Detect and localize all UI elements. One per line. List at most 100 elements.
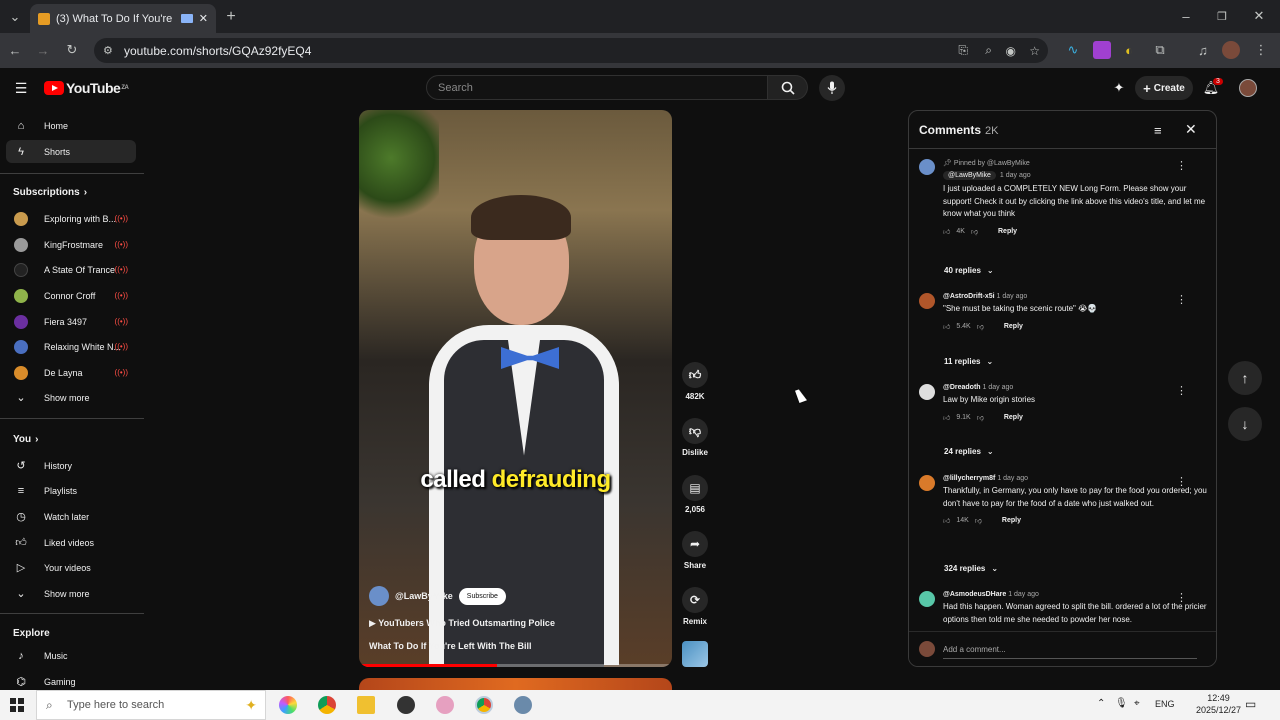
dislike-button[interactable]: 👎︎ Dislike — [681, 418, 709, 457]
view-replies-button[interactable]: 324 replies ⌄ — [944, 564, 998, 573]
browser-tab[interactable]: (3) What To Do If You're Lef ✕ — [30, 4, 216, 33]
commenter-avatar[interactable] — [919, 159, 935, 175]
comment-time[interactable]: 1 day ago — [1008, 591, 1039, 598]
next-short-button[interactable]: ↓ — [1228, 407, 1262, 441]
close-icon[interactable]: ✕ — [1185, 121, 1197, 138]
sort-icon[interactable]: ≡ — [1154, 123, 1162, 138]
comment-time[interactable]: 1 day ago — [997, 293, 1028, 300]
account-avatar[interactable] — [1239, 79, 1257, 97]
comment-author[interactable]: @AstroDrift-x5i — [943, 293, 995, 300]
comment-author[interactable]: @AsmodeusDHare — [943, 591, 1006, 598]
media-control-icon[interactable]: ♫ — [1194, 41, 1212, 59]
profile-avatar[interactable] — [1222, 41, 1240, 59]
site-info-icon[interactable]: ⚙ — [103, 44, 113, 57]
address-bar[interactable]: ⚙ youtube.com/shorts/GQAz92fyEQ4 ⎘ ⌕ ◉ ☆ — [94, 38, 1048, 63]
youtube-logo[interactable]: YouTube ZA — [44, 80, 129, 96]
subscriptions-show-more[interactable]: ⌄ Show more — [6, 386, 136, 409]
create-button[interactable]: + Create — [1135, 76, 1193, 100]
sidebar-sub-item[interactable]: Exploring with B... ((•)) — [6, 207, 136, 230]
sidebar-item-your-videos[interactable]: ▷ Your videos — [6, 556, 136, 579]
comment-time[interactable]: 1 day ago — [1000, 172, 1031, 179]
reply-button[interactable]: Reply — [998, 228, 1017, 235]
sidebar-sub-item[interactable]: Connor Croff ((•)) — [6, 284, 136, 307]
comments-button[interactable]: ▤ 2,056 — [681, 475, 709, 514]
remix-button[interactable]: ⟳ Remix — [681, 587, 709, 626]
reply-button[interactable]: Reply — [1004, 323, 1023, 330]
video-progress-bar[interactable] — [359, 664, 672, 667]
more-options-icon[interactable]: ⋮ — [1176, 384, 1187, 397]
video-title[interactable]: What To Do If You're Left With The Bill — [369, 641, 532, 651]
commenter-avatar[interactable] — [919, 384, 935, 400]
subscriptions-heading[interactable]: Subscriptions › — [13, 187, 87, 198]
extensions-puzzle-icon[interactable]: ⧉ — [1151, 41, 1169, 59]
sidebar-item-music[interactable]: ♪ Music — [6, 644, 136, 667]
minimize-icon[interactable]: – — [1177, 7, 1195, 25]
you-heading[interactable]: You › — [13, 434, 39, 445]
sidebar-item-home[interactable]: ⌂ Home — [6, 114, 136, 137]
sound-thumbnail[interactable] — [682, 641, 708, 667]
app-icon[interactable] — [514, 696, 532, 714]
thumbs-down-icon[interactable]: 👎︎ — [971, 227, 978, 236]
language-indicator[interactable]: ENG — [1155, 699, 1175, 709]
more-options-icon[interactable]: ⋮ — [1176, 159, 1187, 172]
forward-icon[interactable]: → — [34, 41, 52, 59]
comment-author[interactable]: @LawByMike — [943, 171, 996, 180]
copilot-icon[interactable] — [279, 696, 297, 714]
search-input[interactable]: Search — [426, 75, 768, 100]
view-replies-button[interactable]: 40 replies ⌄ — [944, 266, 994, 275]
voice-search-button[interactable] — [819, 75, 845, 101]
install-app-icon[interactable]: ⎘ — [958, 43, 968, 58]
close-tab-icon[interactable]: ✕ — [199, 12, 208, 25]
sidebar-sub-item[interactable]: Relaxing White N... ((•)) — [6, 335, 136, 358]
snipping-tool-icon[interactable] — [436, 696, 454, 714]
hamburger-menu-icon[interactable]: ☰ — [12, 79, 30, 97]
zoom-icon[interactable]: ⌕ — [985, 43, 992, 58]
chrome-active-icon[interactable] — [475, 696, 493, 714]
sidebar-item-watch-later[interactable]: ◷ Watch later — [6, 505, 136, 528]
thumbs-up-icon[interactable]: 👍︎ — [943, 322, 950, 331]
tracking-eye-icon[interactable]: ◉ — [1006, 44, 1016, 58]
more-options-icon[interactable]: ⋮ — [1176, 475, 1187, 488]
sidebar-item-shorts[interactable]: ϟ Shorts — [6, 140, 136, 163]
tab-search-icon[interactable]: ⌄ — [6, 8, 24, 26]
previous-short-button[interactable]: ↑ — [1228, 361, 1262, 395]
comment-time[interactable]: 1 day ago — [983, 384, 1014, 391]
thumbs-down-icon[interactable]: 👎︎ — [977, 322, 984, 331]
windows-start-icon[interactable] — [10, 698, 24, 712]
thumbs-down-icon[interactable]: 👎︎ — [977, 413, 984, 422]
commenter-avatar[interactable] — [919, 475, 935, 491]
subscribe-button[interactable]: Subscribe — [458, 587, 506, 605]
you-show-more[interactable]: ⌄ Show more — [6, 582, 136, 605]
file-explorer-icon[interactable] — [357, 696, 375, 714]
more-options-icon[interactable]: ⋮ — [1176, 293, 1187, 306]
sidebar-sub-item[interactable]: A State Of Trance ((•)) — [6, 258, 136, 281]
new-tab-icon[interactable]: + — [222, 8, 240, 26]
comment-author[interactable]: @lillycherrym8f — [943, 475, 995, 482]
commenter-avatar[interactable] — [919, 591, 935, 607]
restore-icon[interactable]: ❐ — [1213, 7, 1231, 25]
channel-avatar[interactable] — [369, 586, 389, 606]
comment-author[interactable]: @Dreadoth — [943, 384, 981, 391]
taskbar-clock[interactable]: 12:49 2025/12/27 — [1196, 692, 1241, 716]
sidebar-sub-item[interactable]: KingFrostmare ((•)) — [6, 233, 136, 256]
close-window-icon[interactable]: ✕ — [1250, 7, 1268, 25]
thumbs-up-icon[interactable]: 👍︎ — [943, 516, 950, 525]
chrome-icon[interactable] — [318, 696, 336, 714]
tray-microphone-icon[interactable]: 🎙︎ — [1115, 698, 1128, 709]
reload-icon[interactable]: ↻ — [63, 41, 81, 59]
thumbs-up-icon[interactable]: 👍︎ — [943, 413, 950, 422]
shorts-video-player[interactable]: called defrauding @LawByMike Subscribe ▶… — [359, 110, 672, 667]
tray-chevron-icon[interactable]: ⌃ — [1097, 698, 1105, 709]
gemini-sparkle-icon[interactable]: ✦ — [1110, 79, 1128, 97]
sidebar-item-playlists[interactable]: ≡ Playlists — [6, 479, 136, 502]
back-icon[interactable]: ← — [6, 41, 24, 59]
like-button[interactable]: 👍︎ 482K — [681, 362, 709, 401]
taskbar-search-input[interactable]: ⌕ Type here to search ✦ — [36, 690, 266, 720]
sidebar-sub-item[interactable]: Fiera 3497 ((•)) — [6, 310, 136, 333]
comment-time[interactable]: 1 day ago — [997, 475, 1028, 482]
sidebar-item-liked-videos[interactable]: 👍︎ Liked videos — [6, 531, 136, 554]
bookmark-star-icon[interactable]: ☆ — [1029, 44, 1040, 58]
tray-network-icon[interactable]: ⌖ — [1134, 698, 1140, 709]
notification-center-icon[interactable]: ▭ — [1245, 697, 1256, 711]
share-button[interactable]: ➦ Share — [681, 531, 709, 570]
